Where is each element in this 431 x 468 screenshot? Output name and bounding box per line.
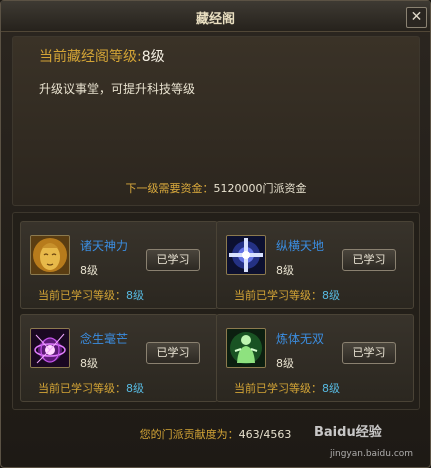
golden-buddha-icon[interactable]: [30, 235, 70, 275]
purple-burst-icon[interactable]: [30, 328, 70, 368]
learned-level-status: 当前已学习等级：8级: [234, 380, 340, 396]
library-level-value: 8级: [141, 49, 165, 65]
blue-cross-light-icon[interactable]: [226, 235, 266, 275]
learned-level-value: 8级: [322, 289, 340, 302]
skill-name: 纵横天地: [276, 239, 325, 253]
window-title: 藏经阁: [195, 12, 235, 27]
learned-level-label: 当前已学习等级：: [38, 382, 126, 395]
skill-card: 炼体无双 8级 已学习 当前已学习等级：8级: [216, 314, 414, 402]
upgrade-tip: 升级议事堂，可提升科技等级: [39, 82, 196, 96]
next-level-cost: 下一级需要资金：5120000门派资金: [13, 180, 419, 196]
learned-button[interactable]: 已学习: [146, 342, 200, 364]
learned-level-status: 当前已学习等级：8级: [234, 287, 340, 303]
learned-level-value: 8级: [126, 289, 144, 302]
close-icon[interactable]: ✕: [406, 7, 427, 28]
skill-level: 8级: [276, 264, 294, 277]
learned-level-status: 当前已学习等级：8级: [38, 287, 144, 303]
contribution-value: 463/4563: [238, 428, 292, 441]
skill-card: 纵横天地 8级 已学习 当前已学习等级：8级: [216, 221, 414, 309]
contribution-label: 您的门派贡献度为：: [139, 428, 239, 441]
watermark-url: jingyan.baidu.com: [330, 449, 414, 459]
learned-button[interactable]: 已学习: [342, 249, 396, 271]
green-monk-icon[interactable]: [226, 328, 266, 368]
skill-level: 8级: [80, 357, 98, 370]
title-bar: 藏经阁 ✕: [1, 1, 430, 32]
learned-button[interactable]: 已学习: [146, 249, 200, 271]
skill-name: 诸天神力: [80, 239, 129, 253]
learned-level-status: 当前已学习等级：8级: [38, 380, 144, 396]
library-level-label: 当前藏经阁等级:: [39, 49, 142, 65]
learned-level-label: 当前已学习等级：: [234, 382, 322, 395]
next-cost-label: 下一级需要资金：: [125, 182, 214, 195]
skill-name: 念生毫芒: [80, 332, 129, 346]
skill-card: 念生毫芒 8级 已学习 当前已学习等级：8级: [20, 314, 218, 402]
learned-level-value: 8级: [322, 382, 340, 395]
skill-card: 诸天神力 8级 已学习 当前已学习等级：8级: [20, 221, 218, 309]
library-window: 藏经阁 ✕ 当前藏经阁等级:8级 升级议事堂，可提升科技等级 下一级需要资金：5…: [0, 0, 431, 468]
learned-level-value: 8级: [126, 382, 144, 395]
baidu-watermark: Baidu经验: [314, 425, 382, 440]
library-info-panel: 当前藏经阁等级:8级 升级议事堂，可提升科技等级 下一级需要资金：5120000…: [12, 36, 420, 206]
library-level: 当前藏经阁等级:8级: [39, 46, 165, 66]
next-cost-value: 5120000门派资金: [213, 182, 307, 195]
learned-button[interactable]: 已学习: [342, 342, 396, 364]
skill-level: 8级: [80, 264, 98, 277]
learned-level-label: 当前已学习等级：: [234, 289, 322, 302]
skill-level: 8级: [276, 357, 294, 370]
skills-panel: 诸天神力 8级 已学习 当前已学习等级：8级 纵横天地 8级 已学习 当前已学习…: [12, 212, 420, 410]
learned-level-label: 当前已学习等级：: [38, 289, 126, 302]
skill-name: 炼体无双: [276, 332, 325, 346]
